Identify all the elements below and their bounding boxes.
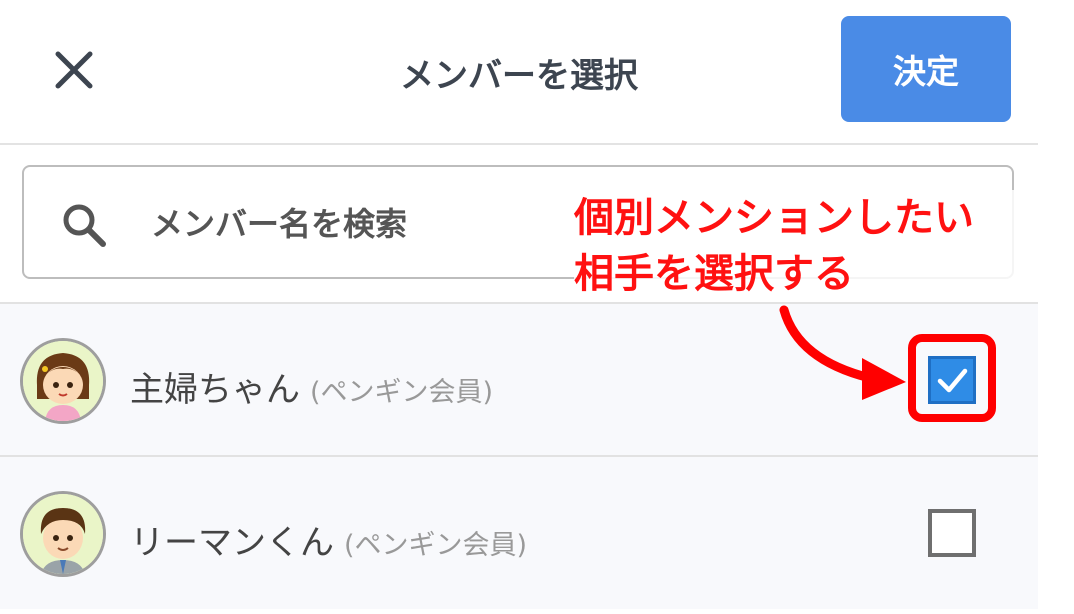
annotation-highlight-box	[908, 334, 996, 422]
annotation-arrow-icon	[779, 305, 906, 400]
confirm-button[interactable]: 決定	[841, 16, 1011, 122]
member-name: リーマンくん	[130, 523, 334, 563]
member-name-container: 主婦ちゃん (ペンギン会員)	[130, 362, 493, 411]
member-checkbox-unchecked[interactable]	[928, 509, 976, 557]
search-icon	[63, 204, 106, 247]
annotation-callout: 個別メンションしたい 相手を選択する	[574, 190, 1034, 302]
annotation-line-2: 相手を選択する	[574, 251, 854, 297]
member-role: (ペンギン会員)	[344, 530, 528, 561]
avatar	[20, 338, 106, 424]
member-name: 主婦ちゃん	[130, 370, 300, 410]
member-role: (ペンギン会員)	[310, 377, 494, 408]
header: メンバーを選択 決定	[0, 0, 1038, 145]
member-row[interactable]: リーマンくん (ペンギン会員)	[0, 455, 1038, 609]
avatar	[20, 491, 106, 577]
member-name-container: リーマンくん (ペンギン会員)	[130, 515, 527, 564]
annotation-line-1: 個別メンションしたい	[574, 195, 974, 241]
